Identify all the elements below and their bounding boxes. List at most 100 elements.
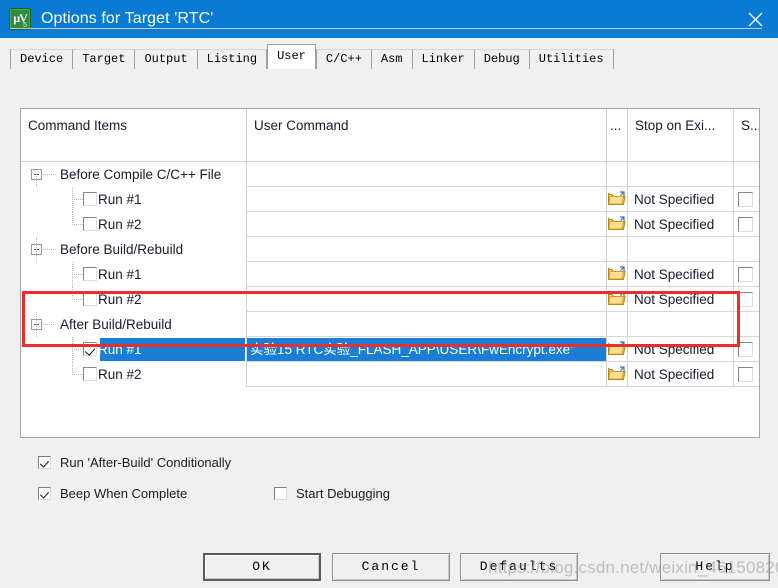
stop-on-exit-cell[interactable]: Not Specified (628, 362, 733, 387)
browse-cell[interactable] (607, 337, 627, 362)
user-command-cell[interactable] (247, 237, 606, 262)
tab-underline (10, 28, 762, 29)
user-command-cell[interactable] (247, 262, 606, 287)
s-column-cell[interactable] (734, 237, 759, 262)
table-row[interactable]: Before Build/Rebuild (21, 237, 759, 262)
stop-on-exit-cell[interactable]: Not Specified (628, 287, 733, 312)
tab-linker[interactable]: Linker (411, 49, 475, 69)
tab-debug[interactable]: Debug (473, 49, 530, 69)
folder-icon[interactable] (608, 291, 626, 306)
item-label: Run #1 (98, 192, 142, 207)
s-column-cell[interactable] (734, 337, 759, 362)
run-enable-checkbox[interactable] (83, 192, 97, 206)
s-column-checkbox[interactable] (738, 342, 753, 357)
run-enable-checkbox[interactable] (83, 342, 97, 356)
stop-on-exit-cell[interactable]: Not Specified (628, 262, 733, 287)
tab-listing[interactable]: Listing (196, 49, 268, 69)
s-column-cell[interactable] (734, 362, 759, 387)
user-command-cell[interactable] (247, 287, 606, 312)
s-column-cell[interactable] (734, 312, 759, 337)
table-row[interactable]: Before Compile C/C++ File (21, 162, 759, 187)
browse-cell[interactable] (607, 362, 627, 387)
user-command-cell[interactable] (247, 187, 606, 212)
run-enable-checkbox[interactable] (83, 267, 97, 281)
header-dots[interactable]: ... (607, 109, 627, 162)
s-column-cell[interactable] (734, 262, 759, 287)
defaults-button[interactable]: Defaults (460, 553, 578, 581)
run-enable-checkbox[interactable] (83, 367, 97, 381)
table-row[interactable]: Run #2 Not Specified (21, 287, 759, 312)
tree-cell: Run #1 (21, 337, 246, 362)
table-row[interactable]: Run #1 Not Specified (21, 187, 759, 212)
stop-on-exit-text: Not Specified (634, 292, 715, 307)
start-debugging-checkbox[interactable] (274, 487, 287, 500)
folder-icon[interactable] (608, 341, 626, 356)
s-column-checkbox[interactable] (738, 267, 753, 282)
run-enable-checkbox[interactable] (83, 217, 97, 231)
tab-user[interactable]: User (267, 44, 316, 69)
ok-button[interactable]: OK (203, 553, 321, 581)
stop-on-exit-cell[interactable]: Not Specified (628, 337, 733, 362)
browse-cell[interactable] (607, 287, 627, 312)
tab-utilities[interactable]: Utilities (528, 49, 614, 69)
folder-icon[interactable] (608, 366, 626, 381)
table-row[interactable]: Run #1 实验15 RTC实验_FLASH_APP\USER\FwEncryp… (21, 337, 759, 362)
s-column-cell[interactable] (734, 287, 759, 312)
stop-on-exit-cell[interactable]: Not Specified (628, 212, 733, 237)
tab-asm[interactable]: Asm (370, 49, 413, 69)
tab-c-c[interactable]: C/C++ (315, 49, 372, 69)
s-column-cell[interactable] (734, 212, 759, 237)
item-label: Run #2 (98, 217, 142, 232)
browse-cell[interactable] (607, 262, 627, 287)
item-label: Run #2 (98, 292, 142, 307)
s-column-checkbox[interactable] (738, 292, 753, 307)
help-button[interactable]: Help (660, 553, 770, 581)
s-column-cell[interactable] (734, 187, 759, 212)
s-column-checkbox[interactable] (738, 217, 753, 232)
tab-strip: Device Target Output Listing User C/C++ Asm Lin… (0, 38, 778, 69)
tab-target[interactable]: Target (72, 49, 136, 69)
folder-icon[interactable] (608, 191, 626, 206)
stop-on-exit-text: Not Specified (634, 367, 715, 382)
tab-output[interactable]: Output (134, 49, 198, 69)
folder-icon[interactable] (608, 216, 626, 231)
stop-on-exit-cell[interactable] (628, 312, 733, 337)
header-stop-on-exit[interactable]: Stop on Exi... (628, 109, 733, 162)
command-items-list: Command Items User Command ... Stop on E… (20, 108, 760, 438)
tree-cell: After Build/Rebuild (21, 312, 246, 337)
run-enable-checkbox[interactable] (83, 292, 97, 306)
table-row[interactable]: Run #2 Not Specified (21, 362, 759, 387)
tree-cell: Run #1 (21, 187, 246, 212)
table-row[interactable]: After Build/Rebuild (21, 312, 759, 337)
run-after-build-conditionally-checkbox[interactable] (38, 456, 51, 469)
item-label: Run #1 (98, 342, 142, 357)
user-command-cell[interactable] (247, 212, 606, 237)
header-command-items[interactable]: Command Items (21, 109, 246, 162)
tree-cell: Run #2 (21, 362, 246, 387)
stop-on-exit-cell[interactable]: Not Specified (628, 187, 733, 212)
user-command-cell[interactable]: 实验15 RTC实验_FLASH_APP\USER\FwEncrypt.exe" (247, 337, 606, 362)
tab-device[interactable]: Device (10, 49, 74, 69)
browse-cell[interactable] (607, 187, 627, 212)
s-column-cell[interactable] (734, 162, 759, 187)
tree-cell: Before Build/Rebuild (21, 237, 246, 262)
item-label: Run #2 (98, 367, 142, 382)
table-row[interactable]: Run #2 Not Specified (21, 212, 759, 237)
start-debugging-label: Start Debugging (296, 486, 390, 501)
user-command-cell[interactable] (247, 312, 606, 337)
header-s-column[interactable]: S... (734, 109, 759, 162)
folder-icon[interactable] (608, 266, 626, 281)
cancel-button[interactable]: Cancel (332, 553, 450, 581)
close-icon[interactable] (732, 0, 778, 38)
beep-when-complete-checkbox[interactable] (38, 487, 51, 500)
s-column-checkbox[interactable] (738, 367, 753, 382)
user-command-cell[interactable] (247, 162, 606, 187)
browse-cell[interactable] (607, 212, 627, 237)
s-column-checkbox[interactable] (738, 192, 753, 207)
stop-on-exit-cell[interactable] (628, 162, 733, 187)
user-command-cell[interactable] (247, 362, 606, 387)
header-user-command[interactable]: User Command (247, 109, 606, 162)
table-header: Command Items User Command ... Stop on E… (21, 109, 759, 162)
table-row[interactable]: Run #1 Not Specified (21, 262, 759, 287)
stop-on-exit-cell[interactable] (628, 237, 733, 262)
